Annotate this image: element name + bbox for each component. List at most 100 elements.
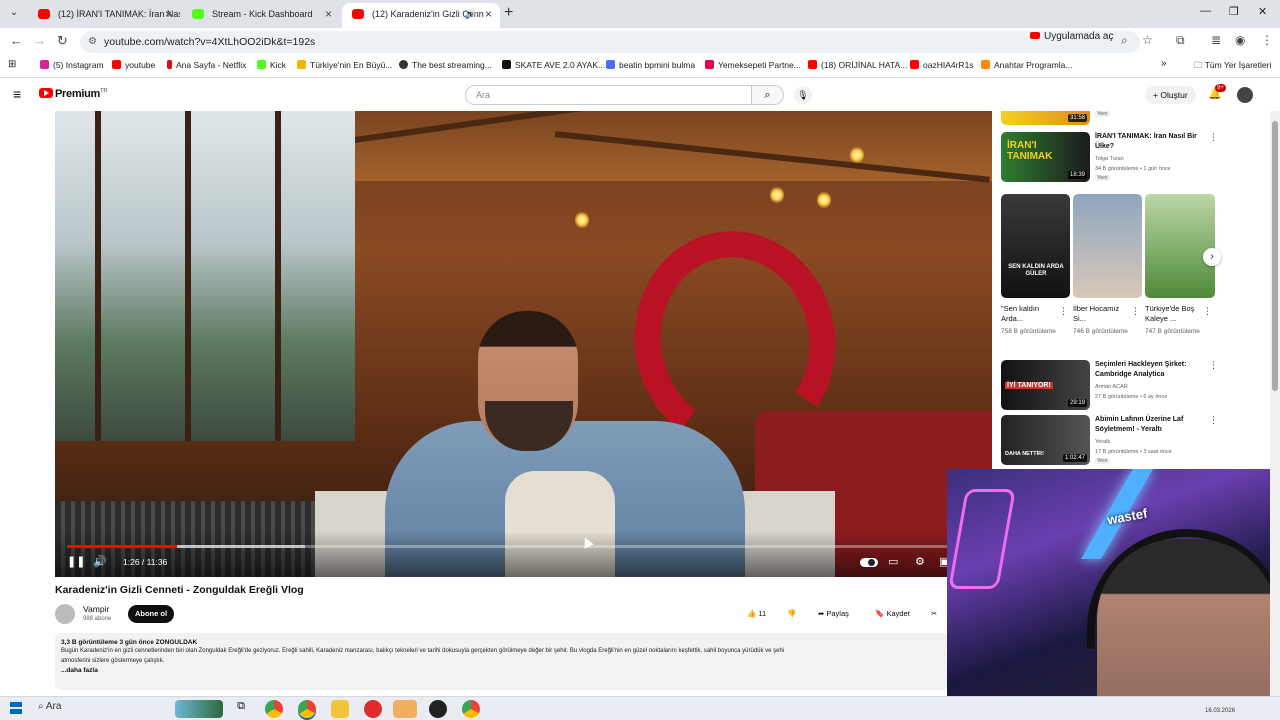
bookmark-orijinal[interactable]: (18) ORİJİNAL HATA...: [808, 60, 907, 70]
pause-icon[interactable]: ❚❚: [67, 555, 85, 568]
short-title[interactable]: "Sen kaldın Arda...: [1001, 304, 1057, 324]
bookmark-yemeksepeti[interactable]: Yemeksepeti Partne...: [705, 60, 801, 70]
close-tab-icon[interactable]: ×: [325, 3, 332, 25]
close-window-icon[interactable]: ✕: [1258, 5, 1267, 18]
bookmark-star-icon[interactable]: ☆: [1142, 33, 1153, 47]
chrome-profile-icon[interactable]: [462, 700, 480, 718]
related-thumbnail[interactable]: İRAN'I TANIMAK 18:39: [1001, 132, 1090, 182]
related-video-title[interactable]: Seçimleri Hackleyen Şirket: Cambridge An…: [1095, 360, 1205, 380]
related-video-title[interactable]: İRAN'I TANIMAK: İran Nasıl Bir Ülke?: [1095, 132, 1205, 152]
app-dark-icon[interactable]: [429, 700, 447, 718]
bookmark-netflix[interactable]: Ana Sayfa - Netflix: [167, 60, 246, 70]
shorts-thumbnail[interactable]: SEN KALDIN ARDA GÜLER: [1001, 194, 1070, 298]
bookmark-skate[interactable]: SKATE AVE 2.0 AYAK...: [502, 60, 605, 70]
controls-gradient: [55, 531, 992, 577]
bookmark-instagram[interactable]: (5) Instagram: [40, 60, 104, 70]
chrome-icon[interactable]: [265, 700, 283, 718]
bookmark-kick[interactable]: Kick: [257, 60, 286, 70]
reading-list-icon[interactable]: ≣: [1211, 33, 1221, 47]
related-thumbnail[interactable]: İYİ TANIYOR! 29:19: [1001, 360, 1090, 410]
notifications-bell-icon[interactable]: 🔔 9+: [1208, 84, 1226, 100]
more-options-icon[interactable]: ⋮: [1203, 306, 1212, 317]
subscribe-button[interactable]: Abone ol: [128, 605, 174, 623]
search-input[interactable]: Ara: [465, 85, 752, 105]
bookmark-turkiye[interactable]: Türkiye'nin En Büyü...: [297, 60, 392, 70]
youtube-premium-logo[interactable]: PremiumTR: [39, 88, 108, 100]
related-video-title[interactable]: Abimin Lafının Üzerine Laf Söyletmem! - …: [1095, 415, 1205, 435]
scrollbar-thumb[interactable]: [1272, 121, 1278, 391]
search-button[interactable]: ⌕: [752, 85, 784, 105]
progress-bar[interactable]: [67, 545, 949, 548]
clip-scissors-icon[interactable]: ✂: [931, 606, 937, 622]
site-info-icon[interactable]: ⚙: [88, 31, 97, 53]
new-tab-button[interactable]: +: [504, 4, 513, 22]
like-button[interactable]: 👍 11: [747, 606, 766, 622]
more-options-icon[interactable]: ⋮: [1209, 132, 1218, 143]
minimize-icon[interactable]: —: [1200, 5, 1211, 17]
more-options-icon[interactable]: ⋮: [1059, 306, 1068, 317]
profile-icon[interactable]: ◉: [1235, 33, 1245, 47]
tab-search-chevron-icon[interactable]: ⌄: [6, 5, 22, 21]
settings-gear-icon[interactable]: ⚙: [915, 555, 925, 568]
shorts-thumbnail[interactable]: [1073, 194, 1142, 298]
page-scrollbar[interactable]: [1270, 111, 1280, 696]
bookmark-bpm[interactable]: beatin bpmini bulma: [606, 60, 695, 70]
related-thumbnail[interactable]: 31:58: [1001, 111, 1090, 125]
apps-grid-icon[interactable]: ⊞: [8, 59, 16, 70]
reload-icon[interactable]: ↻: [57, 33, 68, 49]
bookmark-anahtar[interactable]: Anahtar Programla...: [981, 60, 1072, 70]
dislike-button[interactable]: 👎: [787, 606, 796, 622]
more-options-icon[interactable]: ⋮: [1209, 360, 1218, 371]
tab-karadeniz[interactable]: (12) Karadeniz'in Gizli Cenn 🔊 ×: [342, 3, 500, 28]
video-player[interactable]: ❚❚ 🔊 1:26 / 11:36 ▭ ⚙ ▣: [55, 111, 992, 577]
close-tab-icon[interactable]: ×: [165, 3, 172, 25]
zoom-icon[interactable]: ⌕: [1121, 33, 1128, 48]
back-icon[interactable]: ←: [10, 33, 23, 48]
widgets-icon[interactable]: [175, 700, 223, 718]
description-box[interactable]: 3,3 B görüntüleme 3 gün önce ZONGULDAK B…: [55, 633, 948, 690]
file-explorer-icon[interactable]: [331, 700, 349, 718]
account-avatar[interactable]: [1237, 87, 1253, 103]
chrome-active-icon[interactable]: [298, 700, 316, 718]
save-button[interactable]: 🔖 Kaydet: [875, 606, 910, 622]
open-in-app-button[interactable]: Uygulamada aç: [1030, 31, 1113, 42]
create-button[interactable]: + Oluştur: [1145, 86, 1196, 104]
bookmark-oaz[interactable]: oazHIA4rR1s: [910, 60, 974, 70]
show-more-link[interactable]: ...daha fazla: [61, 667, 942, 674]
voice-search-mic-icon[interactable]: 🎙: [794, 86, 812, 104]
subtitles-icon[interactable]: ▭: [888, 555, 898, 568]
shorts-next-chevron-icon[interactable]: ›: [1203, 248, 1221, 266]
tab-iran[interactable]: (12) İRAN'I TANIMAK: İran Nasıl ×: [28, 3, 180, 28]
extensions-icon[interactable]: ⧉: [1176, 33, 1185, 48]
volume-icon[interactable]: 🔊: [93, 555, 107, 568]
hamburger-menu-icon[interactable]: ≡: [13, 86, 21, 102]
taskbar-search[interactable]: ⌕ Ara: [38, 701, 61, 712]
tab-kick-dashboard[interactable]: Stream - Kick Dashboard ×: [182, 3, 340, 28]
channel-avatar[interactable]: [55, 604, 75, 624]
short-title[interactable]: İlber Hocamız Si...: [1073, 304, 1129, 324]
address-bar[interactable]: ⚙ youtube.com/watch?v=4XtLhOO2iDk&t=192s: [80, 31, 1140, 53]
more-options-icon[interactable]: ⋮: [1209, 415, 1218, 426]
channel-name[interactable]: Vampir: [83, 604, 109, 614]
related-thumbnail[interactable]: DAHA NETTİR! 1:02:47: [1001, 415, 1090, 465]
shorts-thumbnail[interactable]: [1145, 194, 1215, 298]
more-options-icon[interactable]: ⋮: [1131, 306, 1140, 317]
all-bookmarks-button[interactable]: 🗀 Tüm Yer İşaretleri: [1194, 60, 1271, 74]
bookmark-youtube[interactable]: youtube: [112, 60, 155, 70]
app-red-icon[interactable]: [364, 700, 382, 718]
browser-menu-icon[interactable]: ⋮: [1261, 33, 1273, 47]
restore-icon[interactable]: ❐: [1229, 5, 1239, 18]
bookmark-label: beatin bpmini bulma: [619, 60, 696, 70]
short-title[interactable]: Türkiye'de Boş Kaleye ...: [1145, 304, 1201, 324]
task-view-icon[interactable]: ⧉: [232, 700, 250, 718]
youtube-favicon-icon: [38, 9, 50, 19]
windows-start-icon[interactable]: [10, 702, 22, 714]
more-bookmarks-chevron-icon[interactable]: »: [1161, 58, 1167, 69]
close-tab-icon[interactable]: ×: [485, 3, 492, 25]
share-button[interactable]: ➦ Paylaş: [818, 606, 849, 622]
bookmark-streaming[interactable]: The best streaming...: [399, 60, 492, 70]
obs-app-icon[interactable]: [393, 700, 417, 718]
speaker-icon[interactable]: 🔊: [465, 3, 476, 25]
autoplay-toggle[interactable]: [860, 558, 878, 567]
forward-icon[interactable]: →: [33, 33, 46, 48]
